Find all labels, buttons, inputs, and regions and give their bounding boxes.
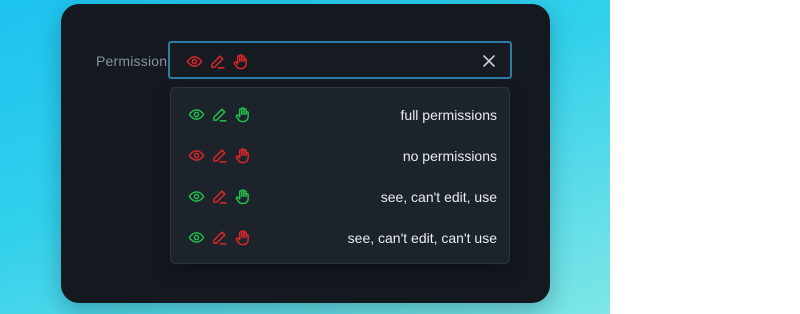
hand-icon [235, 107, 249, 123]
option-full-permissions[interactable]: full permissions [171, 95, 509, 135]
option-see-cant-edit-cant-use[interactable]: see, can't edit, can't use [171, 218, 509, 258]
eye-icon [188, 232, 205, 243]
eye-icon [188, 150, 205, 161]
selected-permission-icons [186, 53, 249, 70]
option-icons [188, 188, 251, 205]
hand-icon [235, 148, 249, 164]
option-label: see, can't edit, can't use [347, 230, 497, 246]
option-see-cant-edit-use[interactable]: see, can't edit, use [171, 177, 509, 217]
option-label: full permissions [400, 107, 497, 123]
option-icons [188, 147, 251, 164]
option-icons [188, 106, 251, 123]
close-icon[interactable] [482, 54, 496, 68]
eye-icon [188, 191, 205, 202]
permission-label: Permission [96, 53, 168, 69]
pencil-icon [213, 231, 227, 245]
hand-icon [233, 54, 247, 70]
option-icons [188, 229, 251, 246]
option-no-permissions[interactable]: no permissions [171, 136, 509, 176]
permission-select[interactable] [168, 41, 512, 79]
pencil-icon [213, 108, 227, 122]
pencil-icon [211, 55, 225, 69]
eye-icon [186, 56, 203, 67]
permission-dropdown: full permissions no permissions see, can… [170, 87, 510, 264]
hand-icon [235, 189, 249, 205]
pencil-icon [213, 149, 227, 163]
option-label: no permissions [402, 148, 497, 164]
pencil-icon [213, 190, 227, 204]
option-label: see, can't edit, use [380, 189, 497, 205]
hand-icon [235, 230, 249, 246]
eye-icon [188, 109, 205, 120]
